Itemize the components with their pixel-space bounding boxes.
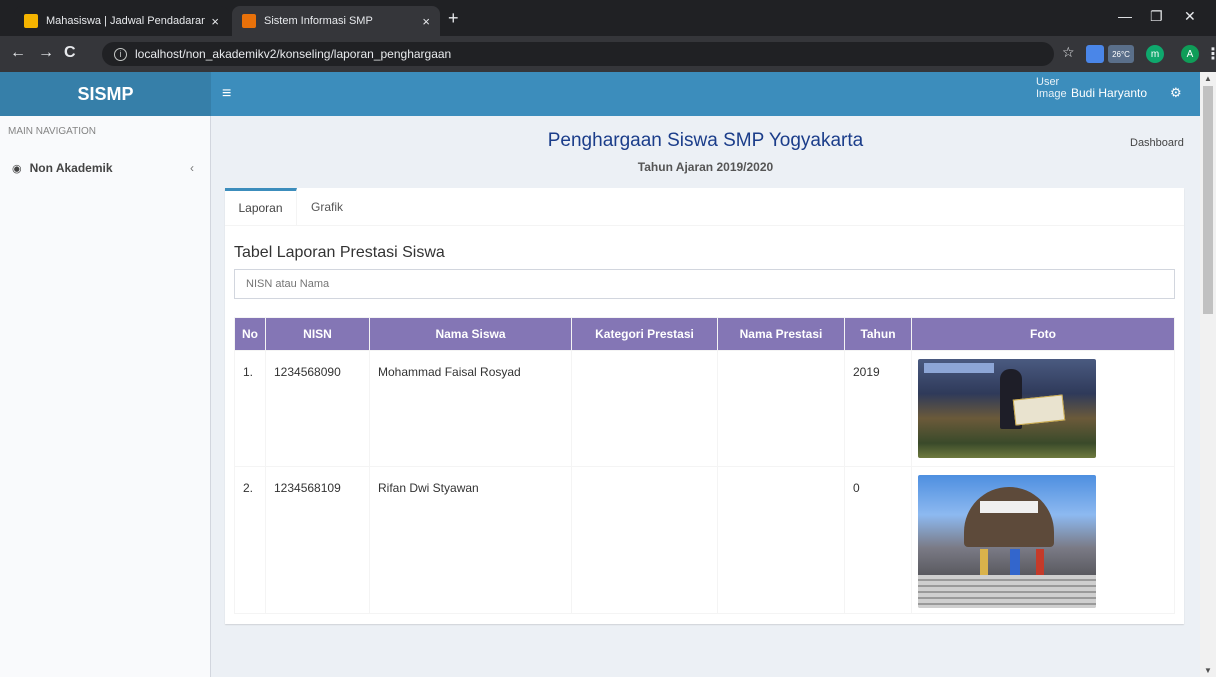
chevron-left-icon: ‹ — [190, 161, 194, 175]
sidebar-header: MAIN NAVIGATION — [8, 126, 96, 137]
extension-m-icon[interactable]: m — [1146, 45, 1164, 63]
col-header-no[interactable]: No — [234, 317, 266, 351]
tab-close-icon[interactable]: × — [422, 14, 430, 29]
logo-bold: SI — [77, 83, 95, 104]
app-header: SI SMP ≡ User Image Budi Haryanto ⚙ — [0, 72, 1200, 116]
search-input[interactable] — [234, 269, 1175, 299]
scroll-down-icon[interactable]: ▼ — [1204, 666, 1212, 675]
forward-icon[interactable]: → — [38, 44, 54, 62]
scroll-up-icon[interactable]: ▲ — [1204, 74, 1212, 83]
tab-favicon-icon — [24, 14, 38, 28]
page-scrollbar[interactable]: ▲ ▼ — [1200, 72, 1216, 677]
col-header-kategori[interactable]: Kategori Prestasi — [571, 317, 718, 351]
page-title: Penghargaan Siswa SMP Yogyakarta — [547, 130, 864, 151]
minimize-icon[interactable]: — — [1118, 8, 1132, 24]
event-photo[interactable] — [918, 475, 1096, 608]
browser-menu-icon[interactable]: ⋮ — [1205, 44, 1216, 64]
nav-tabs: Laporan Grafik — [225, 188, 1184, 226]
table-heading: Tabel Laporan Prestasi Siswa — [234, 244, 445, 261]
browser-tab-sismp[interactable]: Sistem Informasi SMP × — [232, 6, 440, 36]
app-logo[interactable]: SI SMP — [0, 72, 211, 116]
cell-nama: Mohammad Faisal Rosyad — [369, 350, 572, 467]
cell-nama: Rifan Dwi Styawan — [369, 466, 572, 614]
cell-kategori — [571, 466, 718, 614]
cell-prestasi — [717, 350, 845, 467]
cell-tahun: 0 — [844, 466, 912, 614]
tab-laporan[interactable]: Laporan — [225, 188, 297, 225]
cell-foto — [911, 350, 1175, 467]
cell-nisn: 1234568109 — [265, 466, 370, 614]
sidebar: MAIN NAVIGATION ◉ Non Akademik ‹ — [0, 116, 211, 677]
page-subtitle: Tahun Ajaran 2019/2020 — [637, 160, 774, 174]
reload-icon[interactable]: C — [64, 44, 76, 62]
col-header-nama[interactable]: Nama Siswa — [369, 317, 572, 351]
logo-rest: SMP — [94, 83, 134, 104]
cell-tahun: 2019 — [844, 350, 912, 467]
restore-icon[interactable]: ❐ — [1150, 8, 1163, 25]
table-row: 2. 1234568109 Rifan Dwi Styawan 0 — [234, 466, 1175, 614]
tab-title: Mahasiswa | Jadwal Pendadaran — [46, 15, 206, 27]
scroll-thumb[interactable] — [1203, 86, 1213, 314]
user-image[interactable]: User Image — [1036, 76, 1067, 116]
browser-tab-mahasiswa[interactable]: Mahasiswa | Jadwal Pendadaran × — [14, 6, 229, 36]
new-tab-button[interactable]: + — [448, 8, 459, 29]
sidebar-toggle-icon[interactable]: ≡ — [222, 85, 231, 103]
url-text: localhost/non_akademikv2/konseling/lapor… — [135, 47, 452, 61]
url-field[interactable]: i localhost/non_akademikv2/konseling/lap… — [102, 42, 1054, 66]
photo-detail — [1012, 394, 1066, 426]
extension-translate-icon[interactable] — [1086, 45, 1104, 63]
photo-detail — [1010, 549, 1020, 575]
cell-foto — [911, 466, 1175, 614]
col-header-tahun[interactable]: Tahun — [844, 317, 912, 351]
report-box: Laporan Grafik Tabel Laporan Prestasi Si… — [225, 188, 1184, 624]
tab-title: Sistem Informasi SMP — [264, 15, 373, 27]
cell-nisn: 1234568090 — [265, 350, 370, 467]
tab-close-icon[interactable]: × — [211, 14, 219, 29]
tab-favicon-icon — [242, 14, 256, 28]
sidebar-item-label: Non Akademik — [29, 161, 113, 175]
breadcrumb-dashboard[interactable]: Dashboard — [1130, 137, 1184, 149]
tab-grafik[interactable]: Grafik — [297, 188, 357, 225]
cell-prestasi — [717, 466, 845, 614]
report-table: No NISN Nama Siswa Kategori Prestasi Nam… — [234, 317, 1175, 614]
cell-no: 1. — [234, 350, 266, 467]
table-row: 1. 1234568090 Mohammad Faisal Rosyad 201… — [234, 350, 1175, 467]
photo-detail — [1036, 549, 1044, 575]
settings-gears-icon[interactable]: ⚙ — [1170, 85, 1182, 101]
award-photo[interactable] — [918, 359, 1096, 458]
user-name[interactable]: Budi Haryanto — [1071, 86, 1147, 100]
browser-tab-bar: Mahasiswa | Jadwal Pendadaran × Sistem I… — [0, 0, 1216, 36]
weather-icon[interactable]: 26°C — [1108, 45, 1134, 63]
profile-avatar[interactable]: A — [1181, 45, 1199, 63]
photo-detail — [918, 575, 1096, 608]
browser-address-bar: ← → C i localhost/non_akademikv2/konseli… — [0, 36, 1216, 72]
table-header-row: No NISN Nama Siswa Kategori Prestasi Nam… — [234, 317, 1175, 351]
info-icon[interactable]: i — [114, 47, 127, 61]
window-close-icon[interactable]: ✕ — [1184, 8, 1196, 25]
col-header-foto[interactable]: Foto — [911, 317, 1175, 351]
back-icon[interactable]: ← — [10, 44, 26, 62]
photo-detail — [980, 549, 988, 575]
bookmark-star-icon[interactable]: ☆ — [1062, 44, 1075, 61]
col-header-prestasi[interactable]: Nama Prestasi — [717, 317, 845, 351]
photo-detail — [964, 487, 1054, 547]
sidebar-item-non-akademik[interactable]: ◉ Non Akademik ‹ — [0, 156, 210, 180]
cell-no: 2. — [234, 466, 266, 614]
dashboard-icon: ◉ — [12, 162, 22, 175]
cell-kategori — [571, 350, 718, 467]
col-header-nisn[interactable]: NISN — [265, 317, 370, 351]
photo-detail — [924, 363, 994, 373]
photo-detail — [980, 501, 1038, 513]
